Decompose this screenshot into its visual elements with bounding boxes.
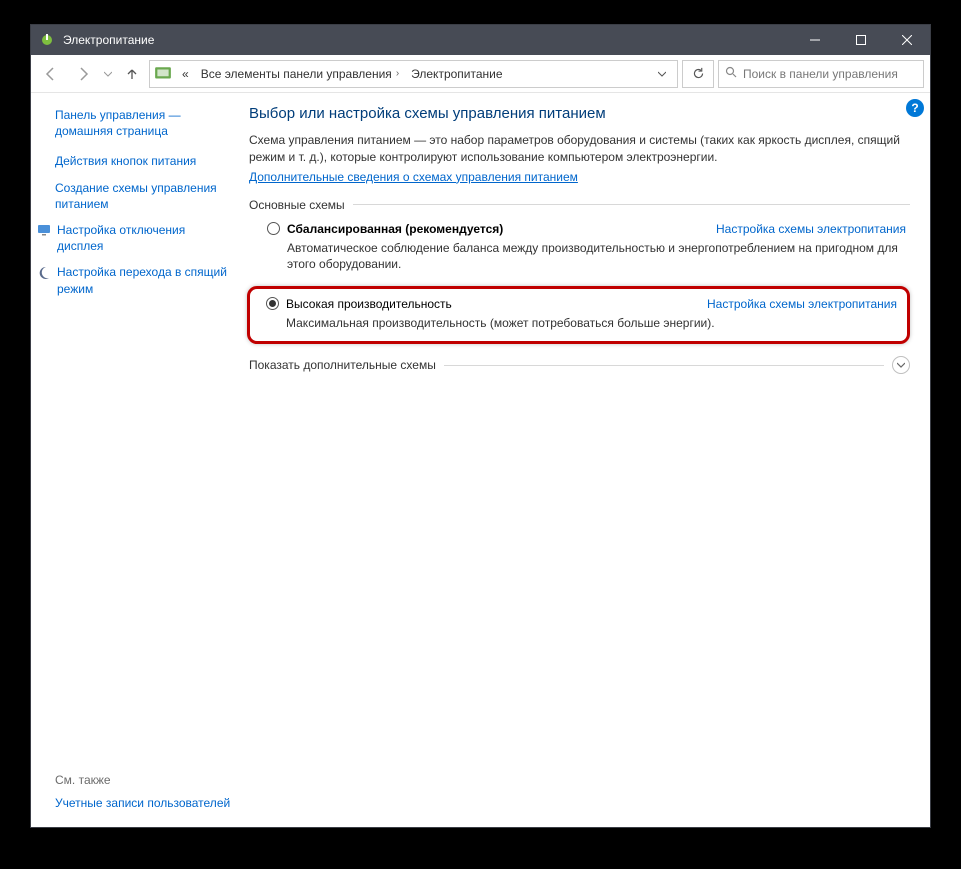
window-controls (792, 25, 930, 55)
plan-balanced-desc: Автоматическое соблюдение баланса между … (287, 240, 906, 272)
plan-high-performance: Высокая производительность Настройка схе… (264, 297, 897, 331)
see-also-accounts-link[interactable]: Учетные записи пользователей (55, 796, 230, 810)
chevron-right-icon: › (396, 68, 399, 79)
breadcrumb-item-power-label: Электропитание (411, 67, 502, 81)
sidebar-link-sleep[interactable]: Настройка перехода в спящий режим (37, 264, 233, 296)
plan-balanced: Сбалансированная (рекомендуется) Настрой… (249, 220, 910, 282)
sidebar-home-link[interactable]: Панель управления — домашняя страница (55, 107, 233, 139)
sidebar: Панель управления — домашняя страница Де… (31, 93, 241, 827)
up-button[interactable] (119, 60, 145, 88)
search-placeholder: Поиск в панели управления (743, 67, 898, 81)
section-extra-label: Показать дополнительные схемы (249, 358, 436, 372)
breadcrumb-item-all-label: Все элементы панели управления (201, 67, 392, 81)
control-panel-icon (154, 65, 172, 83)
navigation-bar: « Все элементы панели управления › Элект… (31, 55, 930, 93)
highlight-box: Высокая производительность Настройка схе… (247, 286, 910, 344)
sidebar-link-display-off-label: Настройка отключения дисплея (57, 222, 233, 254)
plan-balanced-name[interactable]: Сбалансированная (рекомендуется) (287, 222, 503, 236)
search-icon (725, 66, 737, 81)
section-main-plans: Основные схемы (249, 198, 910, 212)
sidebar-link-sleep-label: Настройка перехода в спящий режим (57, 264, 233, 296)
history-dropdown[interactable] (101, 60, 115, 88)
maximize-button[interactable] (838, 25, 884, 55)
breadcrumb[interactable]: « Все элементы панели управления › Элект… (149, 60, 678, 88)
main-content: ? Выбор или настройка схемы управления п… (241, 93, 930, 827)
titlebar: Электропитание (31, 25, 930, 55)
sidebar-link-create-plan[interactable]: Создание схемы управления питанием (55, 180, 233, 212)
power-app-icon (39, 32, 55, 48)
help-icon[interactable]: ? (906, 99, 924, 117)
plan-high-config-link[interactable]: Настройка схемы электропитания (707, 297, 897, 311)
window: Электропитание (30, 24, 931, 828)
breadcrumb-item-all[interactable]: Все элементы панели управления › (195, 67, 405, 81)
see-also: См. также Учетные записи пользователей (55, 773, 233, 819)
close-button[interactable] (884, 25, 930, 55)
breadcrumb-item-power[interactable]: Электропитание (405, 67, 508, 81)
divider (353, 204, 910, 205)
search-input[interactable]: Поиск в панели управления (718, 60, 924, 88)
plan-balanced-config-link[interactable]: Настройка схемы электропитания (716, 222, 906, 236)
breadcrumb-dropdown[interactable] (651, 61, 673, 87)
divider (444, 365, 884, 366)
sidebar-link-button-actions[interactable]: Действия кнопок питания (55, 153, 233, 169)
refresh-button[interactable] (682, 60, 714, 88)
plan-high-name[interactable]: Высокая производительность (286, 297, 452, 311)
page-heading: Выбор или настройка схемы управления пит… (249, 105, 910, 122)
back-button[interactable] (37, 60, 65, 88)
moon-icon (37, 265, 51, 279)
section-extra-plans[interactable]: Показать дополнительные схемы (249, 356, 910, 374)
section-main-label: Основные схемы (249, 198, 345, 212)
radio-high-performance[interactable] (266, 297, 279, 310)
sidebar-link-display-off[interactable]: Настройка отключения дисплея (37, 222, 233, 254)
intro-text: Схема управления питанием — это набор па… (249, 132, 910, 166)
plan-high-desc: Максимальная производительность (может п… (286, 315, 897, 331)
body: Панель управления — домашняя страница Де… (31, 93, 930, 827)
breadcrumb-root[interactable]: « (176, 67, 195, 81)
window-title: Электропитание (63, 33, 154, 47)
more-info-link[interactable]: Дополнительные сведения о схемах управле… (249, 170, 578, 184)
chevron-down-icon[interactable] (892, 356, 910, 374)
monitor-icon (37, 223, 51, 237)
see-also-title: См. также (55, 773, 233, 787)
radio-balanced[interactable] (267, 222, 280, 235)
minimize-button[interactable] (792, 25, 838, 55)
forward-button[interactable] (69, 60, 97, 88)
